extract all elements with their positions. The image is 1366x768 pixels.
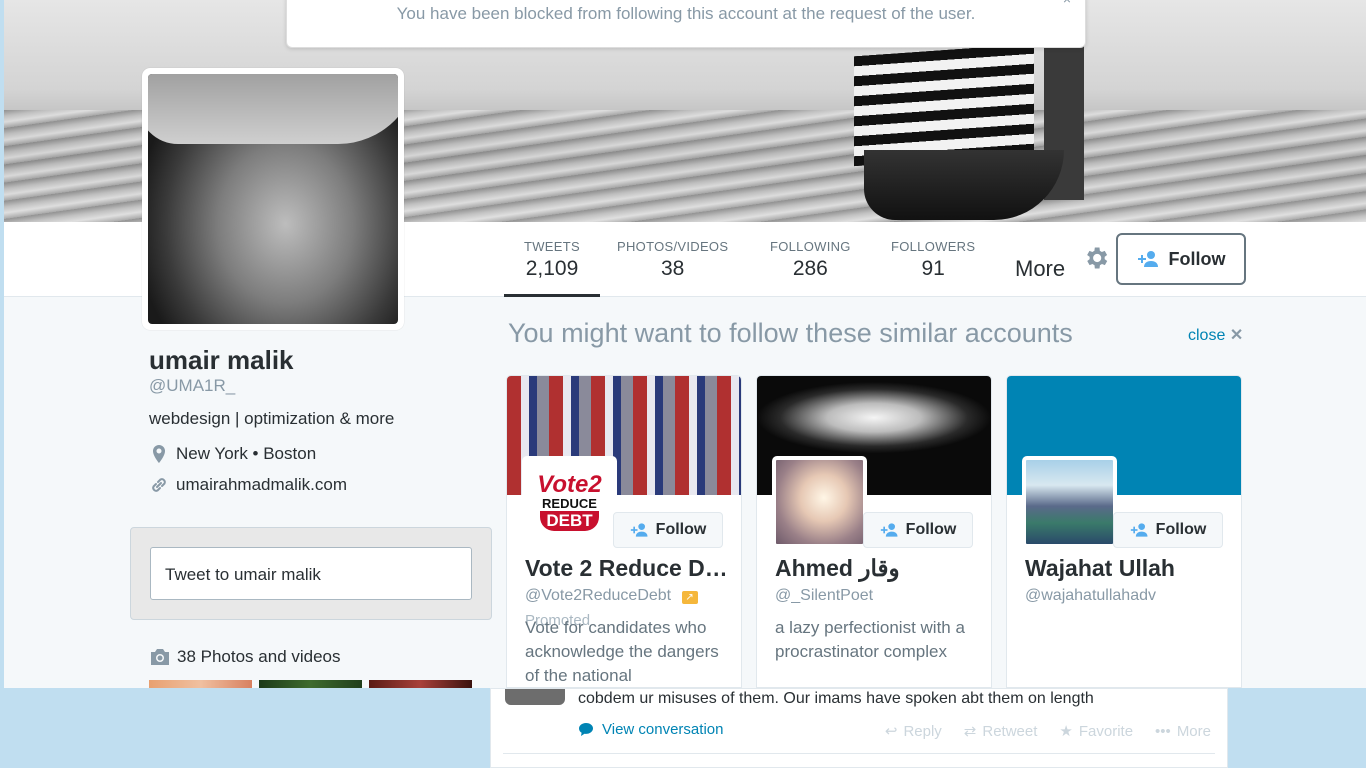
reply-action[interactable]: ↩ Reply — [884, 722, 942, 741]
card-follow-label: Follow — [1155, 521, 1207, 538]
card-follow-button[interactable]: Follow — [613, 512, 723, 548]
card-follow-label: Follow — [655, 521, 707, 538]
profile-bio: webdesign | optimization & more — [149, 409, 395, 428]
view-conversation-label: View conversation — [602, 721, 724, 738]
suggestions-close[interactable]: close ✕ — [1188, 325, 1243, 345]
add-user-icon — [880, 523, 898, 537]
reply-icon: ↩ — [884, 723, 898, 740]
url-text[interactable]: umairahmadmalik.com — [176, 475, 347, 495]
stat-label: FOLLOWERS — [891, 239, 976, 254]
card-handle: @Vote2ReduceDebt ↗ — [525, 587, 698, 605]
tweet-to-input[interactable]: Tweet to umair malik — [150, 547, 472, 600]
favorite-label: Favorite — [1078, 722, 1134, 740]
close-icon[interactable]: × — [1063, 0, 1071, 7]
stat-tweets[interactable]: TWEETS 2,109 — [504, 239, 600, 298]
promoted-icon: ↗ — [681, 591, 698, 604]
close-icon: ✕ — [1229, 327, 1244, 344]
follow-button-label: Follow — [1168, 248, 1226, 269]
stat-photos-videos[interactable]: PHOTOS/VIDEOS 38 — [617, 239, 728, 281]
tweet-to-box: Tweet to umair malik — [130, 527, 492, 620]
suggestion-card[interactable]: Vote2 REDUCE DEBT Follow Vote 2 Reduce D… — [506, 375, 742, 688]
tweet-actions: ↩ Reply ⇄ Retweet ★ Favorite ••• More — [884, 722, 1211, 741]
stat-value: 91 — [921, 257, 945, 280]
stat-label: FOLLOWING — [770, 239, 851, 254]
star-icon: ★ — [1059, 723, 1073, 740]
card-handle-text: @Vote2ReduceDebt — [525, 587, 672, 604]
more-action[interactable]: ••• More — [1155, 722, 1211, 740]
logo-line-1: Vote2 — [537, 471, 602, 498]
blocked-alert-message: You have been blocked from following thi… — [396, 4, 976, 23]
tweet-text: cobdem ur misuses of them. Our imams hav… — [578, 690, 1094, 707]
suggestions-close-label: close — [1188, 327, 1226, 344]
logo-line-2: REDUCE — [542, 496, 597, 511]
photos-videos-text: 38 Photos and videos — [177, 647, 341, 666]
card-name[interactable]: Vote 2 Reduce D… — [525, 555, 725, 582]
gear-icon[interactable] — [1082, 244, 1110, 272]
link-icon — [152, 478, 166, 492]
avatar-image — [148, 74, 398, 324]
card-name[interactable]: Ahmed وقار — [775, 555, 975, 582]
profile-url[interactable]: umairahmadmalik.com — [150, 475, 347, 495]
card-avatar[interactable] — [1022, 456, 1117, 548]
follow-button[interactable]: Follow — [1116, 233, 1246, 285]
blocked-alert: You have been blocked from following thi… — [286, 0, 1086, 48]
stat-label: PHOTOS/VIDEOS — [617, 239, 729, 254]
logo-line-3: DEBT — [540, 511, 599, 531]
suggestion-card[interactable]: Follow Ahmed وقار @_SilentPoet a lazy pe… — [756, 375, 992, 688]
avatar[interactable] — [142, 68, 404, 330]
profile-name[interactable]: umair malik — [149, 345, 294, 376]
photos-videos-link[interactable]: 38 Photos and videos — [149, 647, 341, 667]
more-menu[interactable]: More — [1015, 256, 1065, 282]
card-follow-button[interactable]: Follow — [1113, 512, 1223, 548]
card-handle: @wajahatullahadv — [1025, 587, 1156, 604]
profile-handle[interactable]: @UMA1R_ — [149, 376, 235, 396]
stat-value: 286 — [792, 257, 828, 280]
tweet-avatar[interactable] — [505, 689, 565, 705]
camera-icon — [151, 649, 169, 665]
suggestion-card[interactable]: Follow Wajahat Ullah @wajahatullahadv — [1006, 375, 1242, 688]
card-avatar[interactable]: Vote2 REDUCE DEBT — [522, 456, 617, 548]
favorite-action[interactable]: ★ Favorite — [1059, 722, 1134, 741]
add-user-icon — [1130, 523, 1148, 537]
card-bio: a lazy perfectionist with a procrastinat… — [775, 618, 965, 661]
location-text: New York • Boston — [176, 444, 317, 463]
card-avatar[interactable] — [772, 456, 867, 548]
view-conversation-link[interactable]: View conversation — [578, 721, 723, 738]
suggestions-title: You might want to follow these similar a… — [508, 318, 1073, 348]
location-pin-icon — [153, 445, 165, 463]
tweet-item: cobdem ur misuses of them. Our imams hav… — [490, 688, 1228, 768]
stat-value: 38 — [660, 257, 685, 280]
photo-thumbnail[interactable] — [259, 680, 362, 688]
more-label: More — [1176, 722, 1211, 740]
conversation-bubble-icon — [579, 723, 593, 736]
tweet-divider — [503, 753, 1215, 754]
ellipsis-icon: ••• — [1155, 722, 1171, 740]
card-bio: Vote for candidates who acknowledge the … — [525, 618, 719, 685]
card-follow-button[interactable]: Follow — [863, 512, 973, 548]
photo-thumbnail[interactable] — [149, 680, 252, 688]
add-user-icon — [630, 523, 648, 537]
card-handle: @_SilentPoet — [775, 587, 874, 604]
add-user-icon — [1137, 251, 1158, 267]
photo-thumbnail[interactable] — [369, 680, 472, 688]
profile-location: New York • Boston — [150, 444, 316, 464]
card-name[interactable]: Wajahat Ullah — [1025, 555, 1225, 582]
retweet-label: Retweet — [982, 722, 1038, 740]
retweet-icon: ⇄ — [963, 723, 977, 740]
retweet-action[interactable]: ⇄ Retweet — [963, 722, 1038, 741]
reply-label: Reply — [903, 722, 942, 740]
stat-followers[interactable]: FOLLOWERS 91 — [891, 239, 975, 281]
stat-following[interactable]: FOLLOWING 286 — [770, 239, 851, 281]
stat-label: TWEETS — [524, 239, 580, 254]
card-follow-label: Follow — [905, 521, 957, 538]
stat-value: 2,109 — [525, 257, 579, 280]
